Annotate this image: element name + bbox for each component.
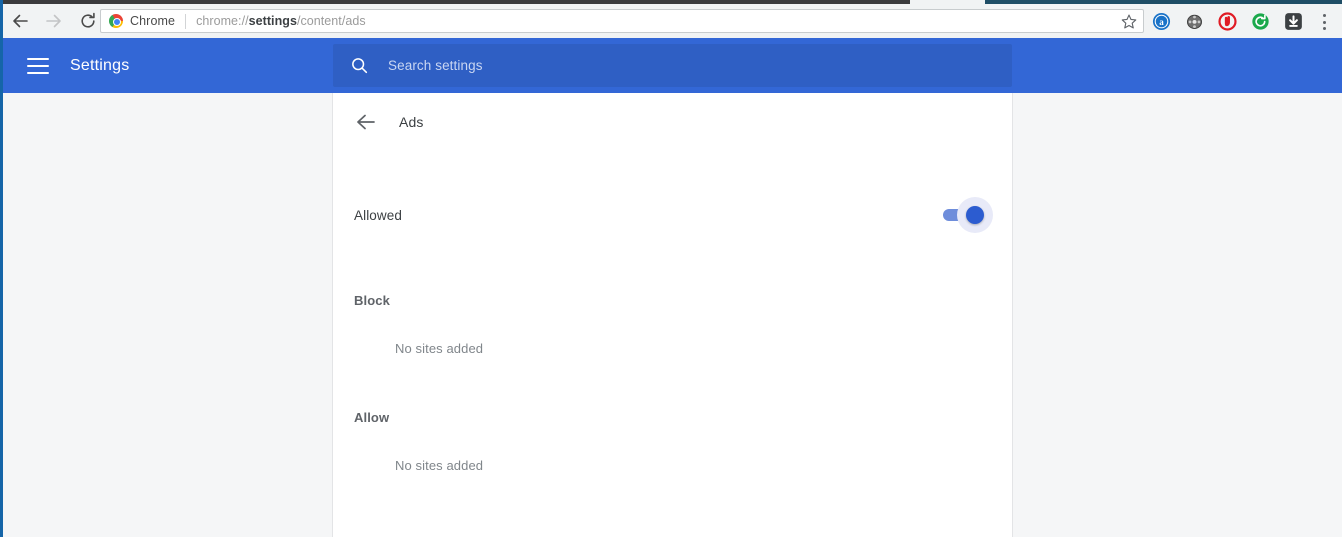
- address-bar[interactable]: Chrome chrome://settings/content/ads: [100, 9, 1144, 33]
- settings-content-card: Ads Allowed Block No sites added Allow N…: [332, 93, 1013, 537]
- three-dot-menu-icon[interactable]: [1316, 13, 1332, 31]
- url-suffix: /content/ads: [296, 14, 366, 28]
- allowed-label: Allowed: [354, 207, 402, 223]
- content-title: Ads: [399, 114, 424, 130]
- hamburger-menu-icon[interactable]: [27, 57, 49, 74]
- url-text: chrome://settings/content/ads: [196, 14, 366, 28]
- settings-header: Settings Search settings: [0, 38, 1342, 93]
- block-section-title: Block: [354, 293, 390, 308]
- download-extension-icon[interactable]: [1284, 12, 1303, 31]
- hamburger-line: [27, 57, 49, 60]
- block-section: Block No sites added: [333, 293, 1012, 356]
- content-header: Ads: [333, 93, 1012, 151]
- extensions-bar: a: [1152, 12, 1303, 31]
- back-arrow-icon: [13, 14, 28, 28]
- adblock-extension-icon[interactable]: a: [1152, 12, 1171, 31]
- star-icon: [1121, 14, 1137, 29]
- back-arrow-icon[interactable]: [354, 110, 378, 134]
- allow-section-title: Allow: [354, 410, 390, 425]
- search-icon: [352, 58, 368, 74]
- toggle-knob: [966, 206, 984, 224]
- forward-button[interactable]: [40, 7, 68, 35]
- url-strong: settings: [248, 14, 297, 28]
- film-reel-extension-icon[interactable]: [1185, 12, 1204, 31]
- reload-icon: [81, 12, 95, 28]
- stop-hand-extension-icon[interactable]: [1218, 12, 1237, 31]
- menu-dot: [1322, 20, 1326, 24]
- forward-arrow-icon: [46, 14, 61, 28]
- reload-button[interactable]: [74, 7, 102, 35]
- page-title: Settings: [70, 56, 130, 74]
- refresh-extension-icon[interactable]: [1251, 12, 1270, 31]
- browser-window: Chrome chrome://settings/content/ads a S…: [0, 0, 1342, 537]
- site-identity-chip[interactable]: Chrome: [109, 14, 175, 28]
- hamburger-line: [27, 64, 49, 67]
- allowed-toggle[interactable]: [943, 197, 993, 233]
- window-left-border: [0, 0, 3, 537]
- brand-label: Chrome: [130, 14, 176, 28]
- svg-text:a: a: [1159, 17, 1164, 27]
- allow-section: Allow No sites added: [333, 410, 1012, 473]
- url-prefix: chrome://: [196, 14, 249, 28]
- browser-toolbar: Chrome chrome://settings/content/ads a: [0, 4, 1342, 38]
- chrome-logo-icon: [109, 14, 123, 28]
- menu-dot: [1322, 27, 1326, 30]
- hamburger-line: [27, 71, 49, 74]
- search-placeholder: Search settings: [388, 58, 483, 73]
- allow-empty-text: No sites added: [395, 458, 484, 473]
- allowed-setting-row[interactable]: Allowed: [333, 189, 1012, 241]
- bookmark-button[interactable]: [1120, 13, 1138, 31]
- block-empty-text: No sites added: [395, 341, 484, 356]
- back-button[interactable]: [6, 7, 34, 35]
- menu-dot: [1322, 14, 1326, 17]
- search-settings-input[interactable]: Search settings: [333, 44, 1012, 87]
- omnibox-divider: [185, 13, 187, 29]
